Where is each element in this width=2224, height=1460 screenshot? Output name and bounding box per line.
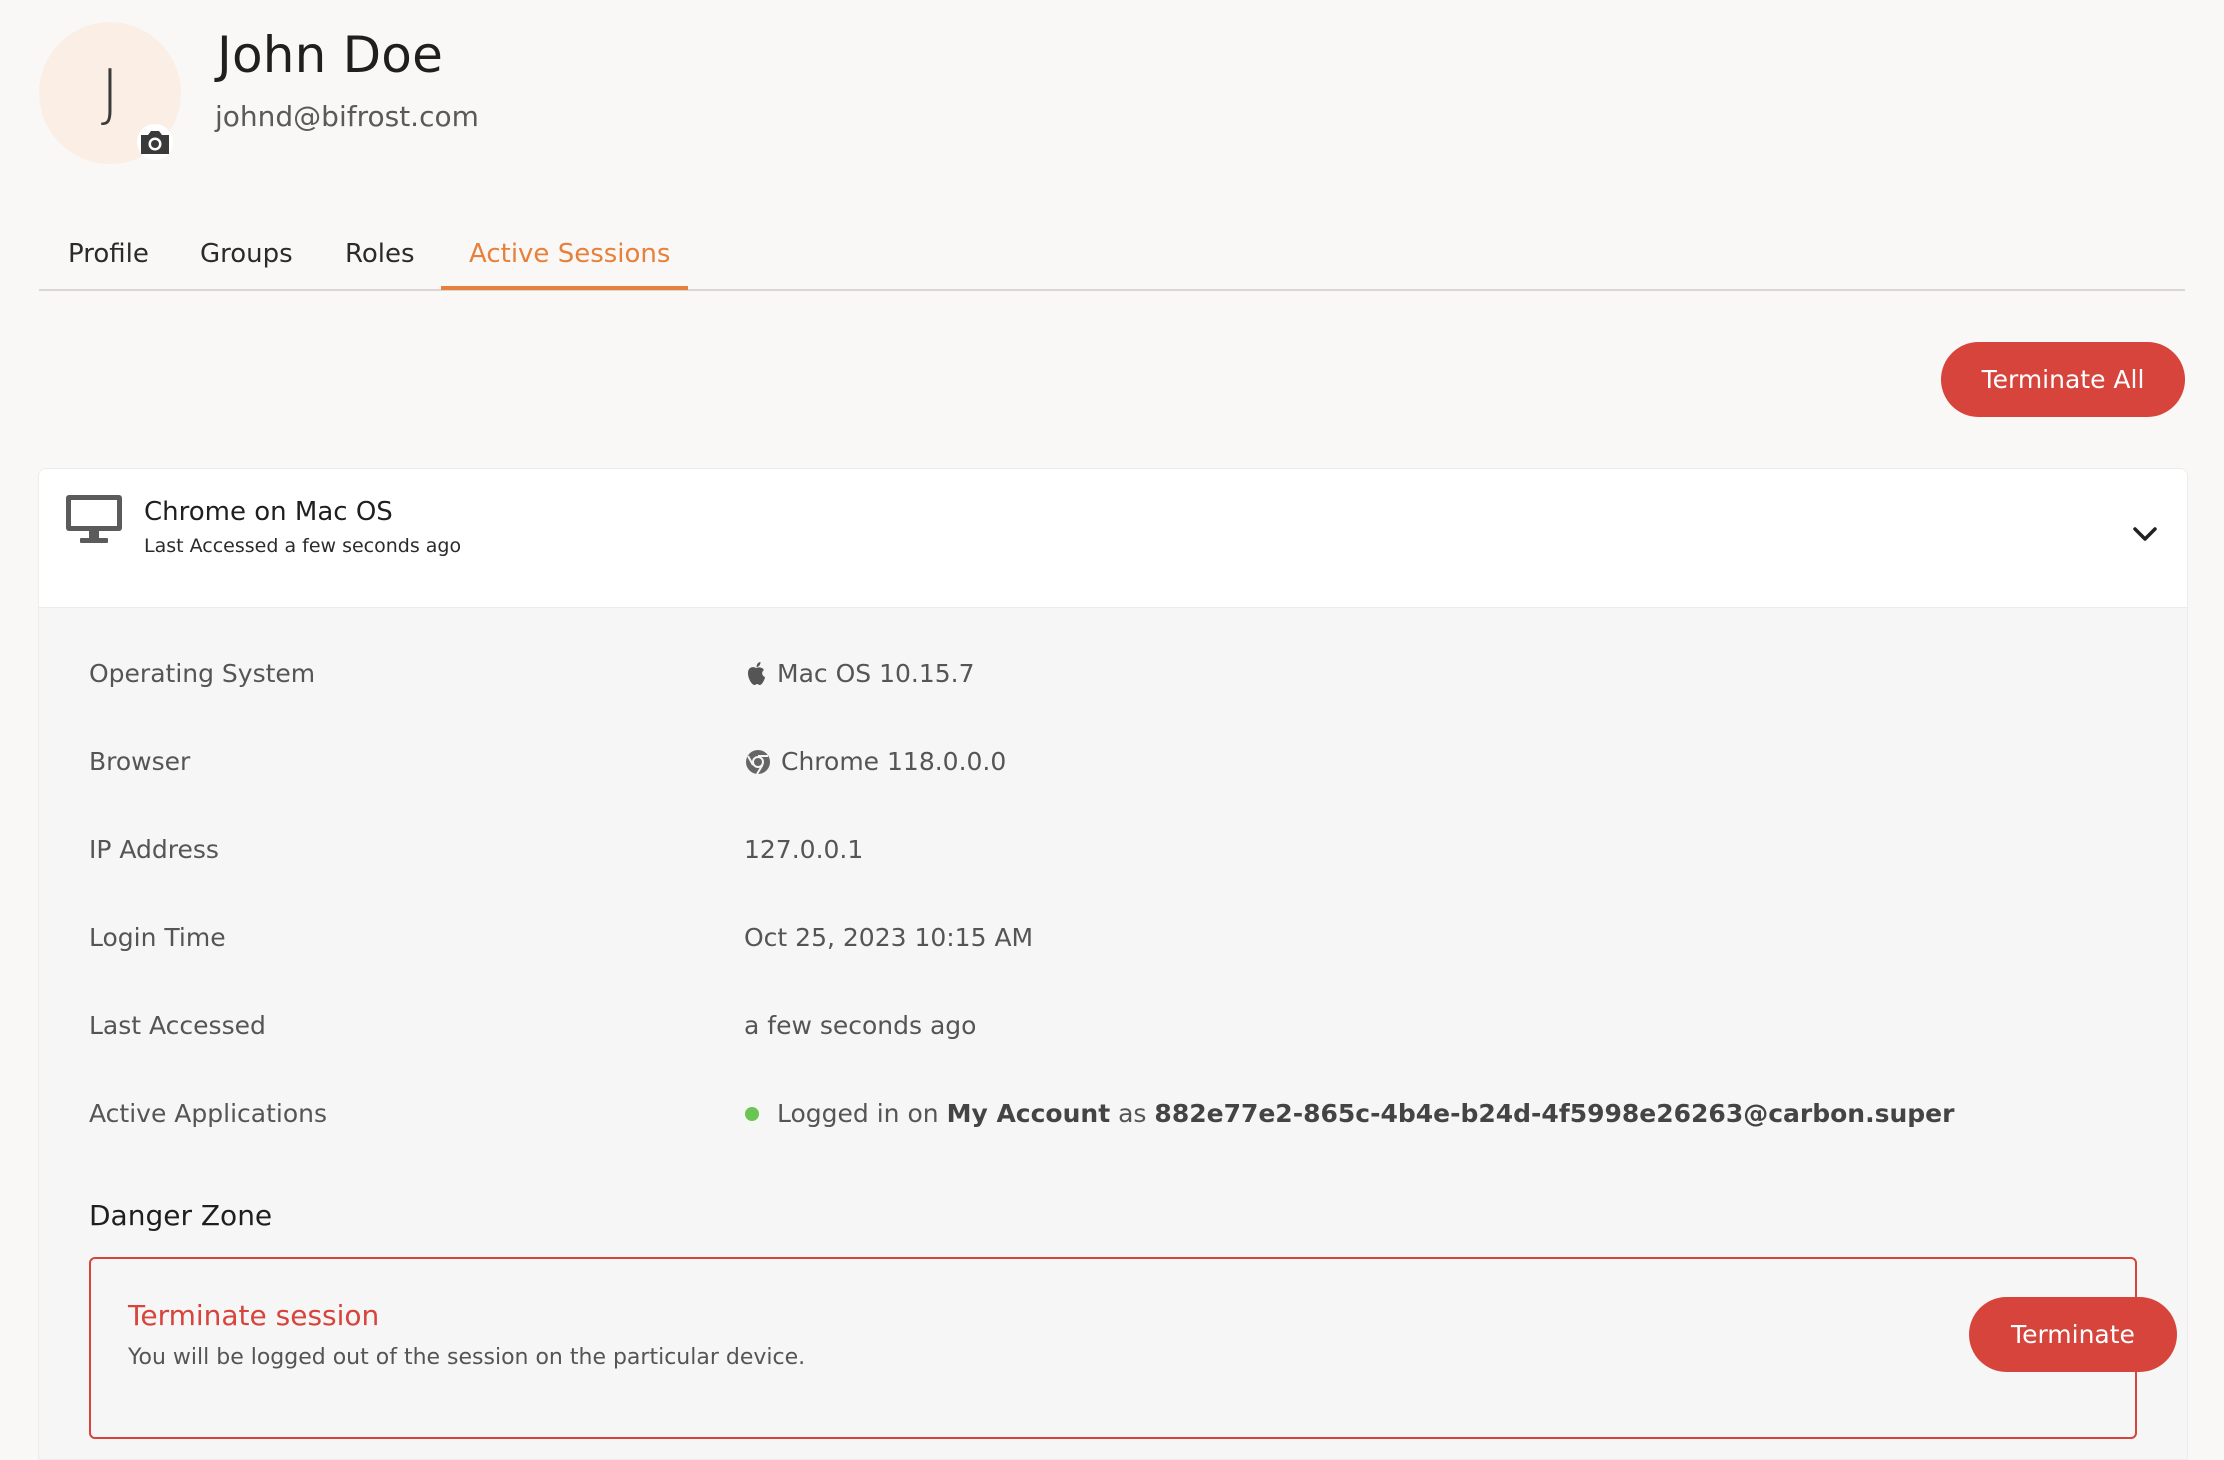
ip-value: 127.0.0.1: [744, 835, 864, 864]
terminate-session-title: Terminate session: [128, 1299, 380, 1332]
active-application-entry: Logged in on My Account as 882e77e2-865c…: [745, 1099, 1954, 1128]
chrome-icon: [745, 749, 771, 775]
camera-icon[interactable]: [137, 124, 173, 160]
status-dot: [745, 1106, 759, 1121]
apple-icon: [745, 661, 767, 687]
terminate-button[interactable]: Terminate: [1969, 1297, 2177, 1372]
os-value-text: Mac OS 10.15.7: [777, 659, 975, 688]
danger-zone-box: Terminate session You will be logged out…: [89, 1257, 2177, 1439]
danger-zone-heading: Danger Zone: [89, 1199, 273, 1232]
os-value: Mac OS 10.15.7: [745, 659, 975, 688]
app-user: 882e77e2-865c-4b4e-b24d-4f5998e26263@car…: [1154, 1099, 1955, 1128]
chevron-down-icon[interactable]: [2132, 525, 2158, 547]
session-last-accessed: Last Accessed a few seconds ago: [144, 535, 462, 557]
ip-label: IP Address: [89, 835, 219, 864]
session-header[interactable]: Chrome on Mac OS Last Accessed a few sec…: [39, 469, 2187, 608]
user-name: John Doe: [217, 26, 444, 84]
active-applications-label: Active Applications: [89, 1099, 327, 1128]
session-card: Chrome on Mac OS Last Accessed a few sec…: [38, 468, 2188, 1460]
tab-bar: Profile Groups Roles Active Sessions: [39, 225, 2185, 291]
active-tab-indicator: [441, 286, 688, 290]
last-accessed-label: Last Accessed: [89, 1011, 266, 1040]
monitor-icon: [64, 493, 124, 549]
tab-active-sessions[interactable]: Active Sessions: [469, 239, 670, 269]
avatar[interactable]: J: [39, 22, 181, 164]
app-prefix: Logged in on: [777, 1099, 939, 1128]
tab-roles[interactable]: Roles: [345, 239, 415, 269]
tab-profile[interactable]: Profile: [68, 239, 149, 269]
last-accessed-value: a few seconds ago: [744, 1011, 977, 1040]
app-name: My Account: [946, 1099, 1111, 1128]
user-email: johnd@bifrost.com: [215, 100, 479, 133]
browser-value: Chrome 118.0.0.0: [745, 747, 1006, 776]
tab-groups[interactable]: Groups: [200, 239, 293, 269]
terminate-all-button[interactable]: Terminate All: [1941, 342, 2185, 417]
app-as: as: [1118, 1099, 1147, 1128]
session-title: Chrome on Mac OS: [144, 497, 393, 527]
os-label: Operating System: [89, 659, 316, 688]
terminate-session-description: You will be logged out of the session on…: [128, 1345, 806, 1370]
login-time-label: Login Time: [89, 923, 226, 952]
browser-value-text: Chrome 118.0.0.0: [781, 747, 1007, 776]
browser-label: Browser: [89, 747, 191, 776]
login-time-value: Oct 25, 2023 10:15 AM: [744, 923, 1034, 952]
